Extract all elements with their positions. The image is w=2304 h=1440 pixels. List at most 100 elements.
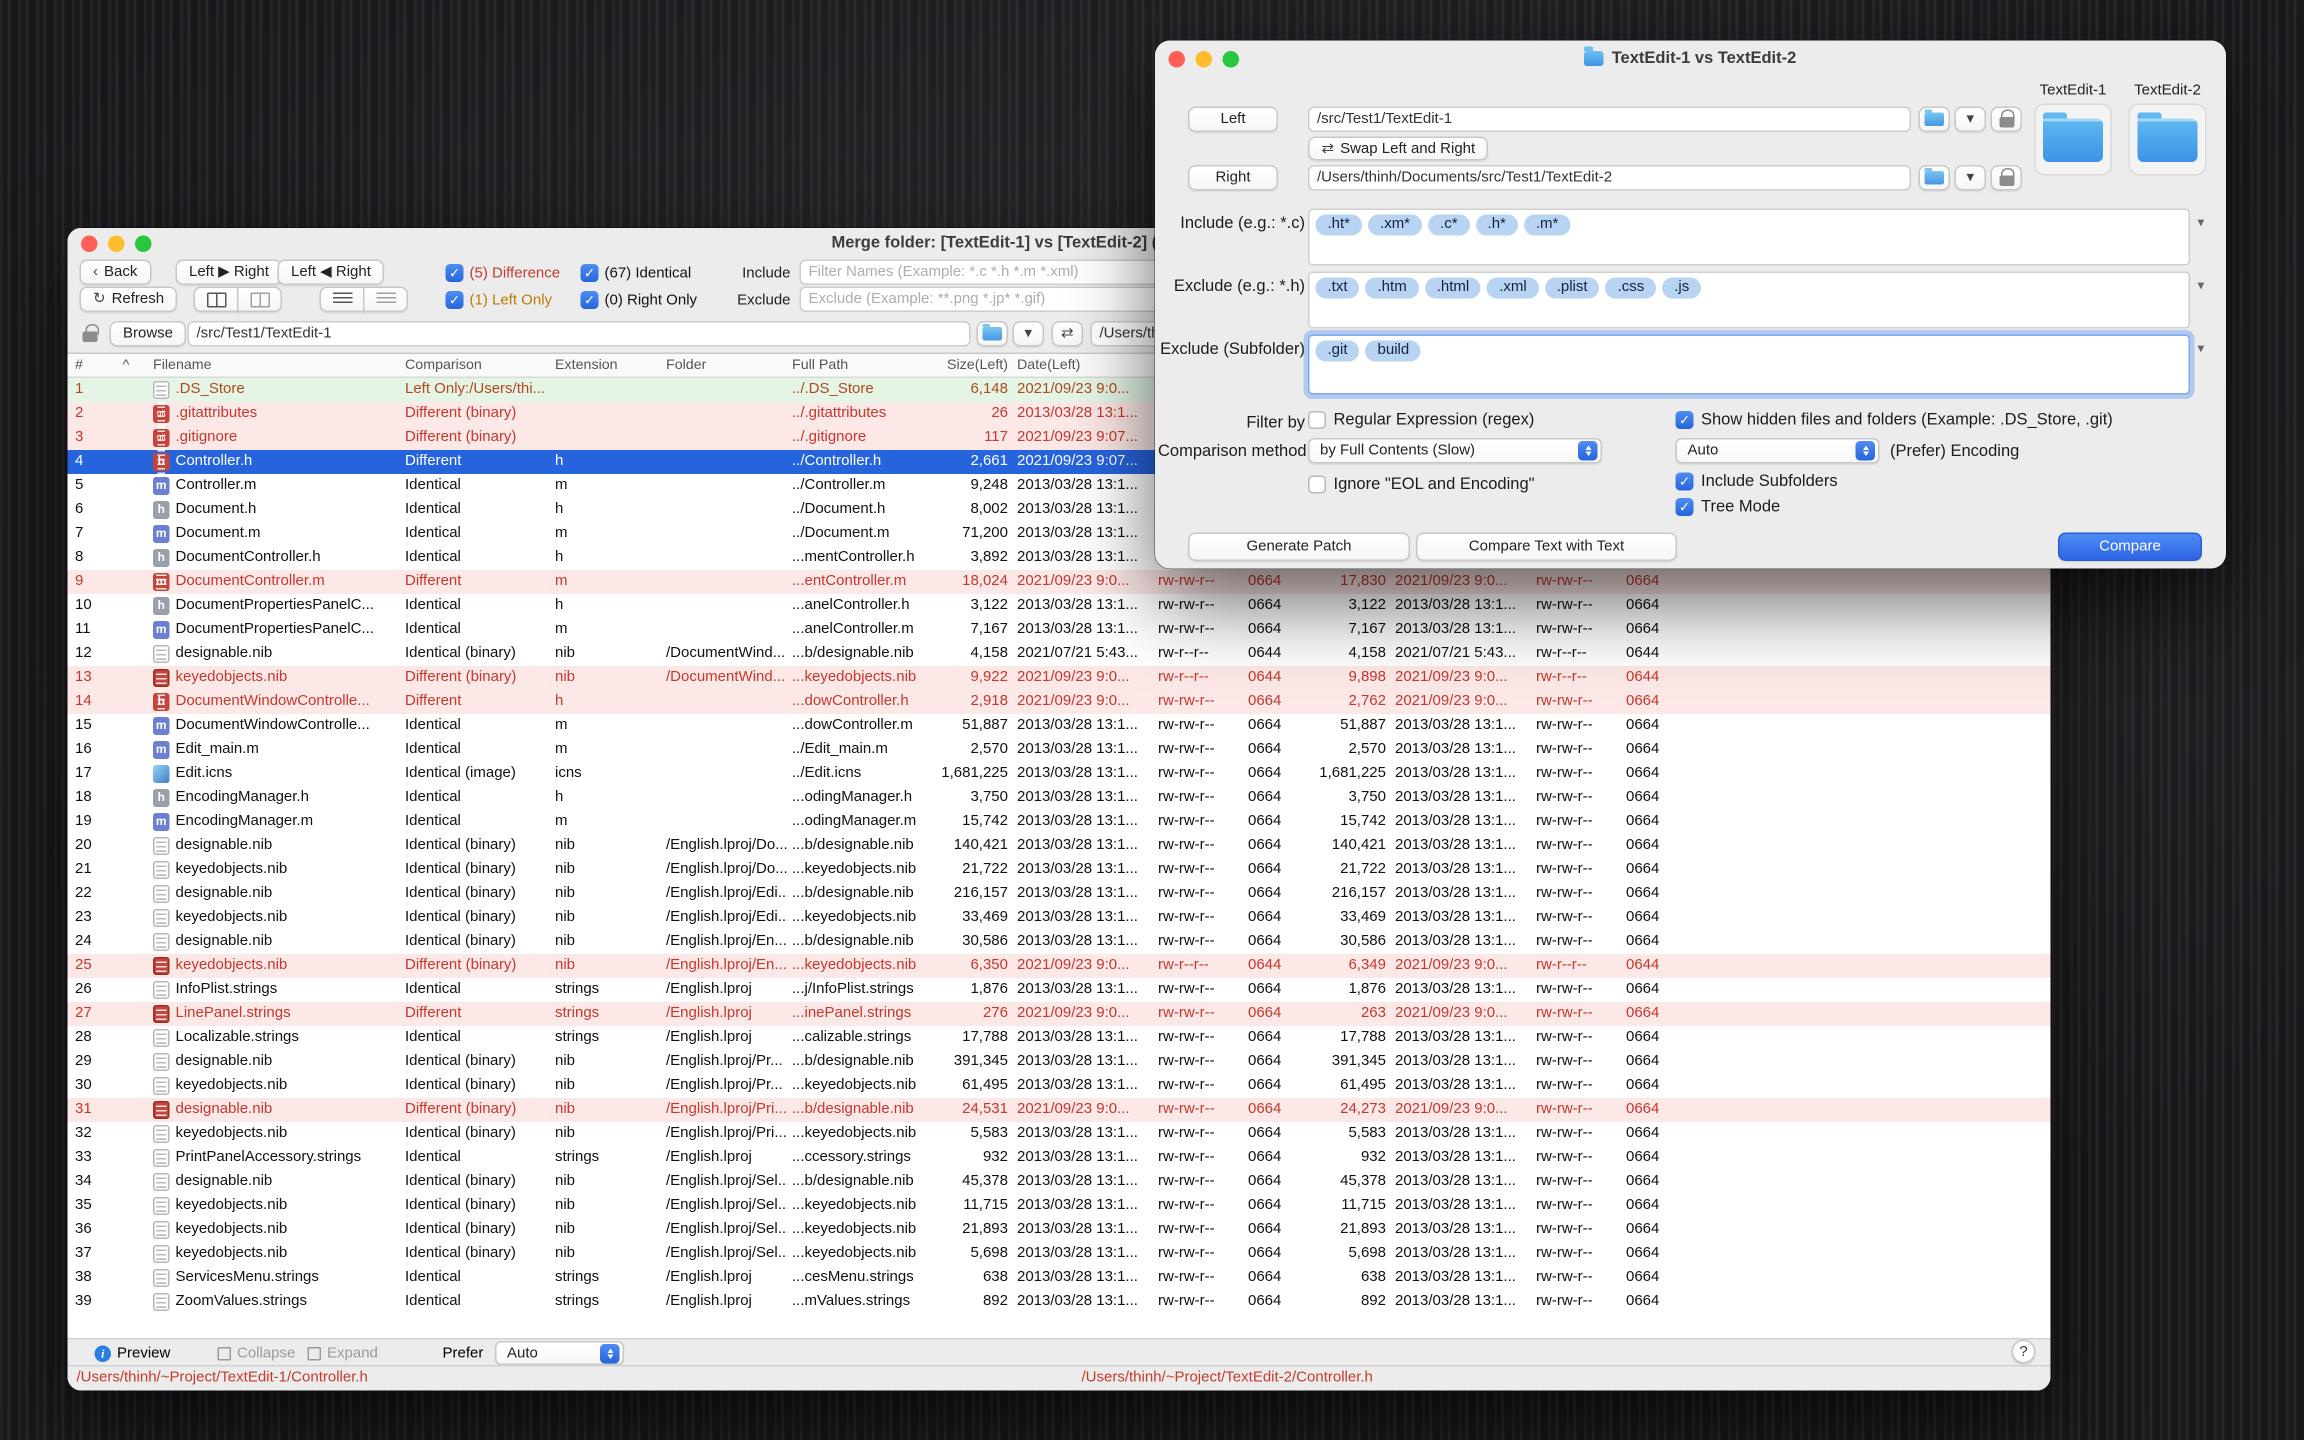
swap-left-right-button[interactable]: ⇄ Swap Left and Right <box>1308 137 1489 161</box>
table-row[interactable]: 30 keyedobjects.nib Identical (binary) n… <box>68 1074 2051 1098</box>
preview-button[interactable]: i Preview <box>95 1341 171 1365</box>
table-row[interactable]: 9 DocumentController.m Different m ...en… <box>68 570 2051 594</box>
regex-checkbox[interactable]: Regular Expression (regex) <box>1308 411 1534 429</box>
header-date-left[interactable]: Date(Left) <box>1013 354 1154 377</box>
table-row[interactable]: 24 designable.nib Identical (binary) nib… <box>68 930 2051 954</box>
minimize-button[interactable] <box>108 236 125 253</box>
tree-mode-checkbox[interactable]: ✓ Tree Mode <box>1676 498 1781 516</box>
header-number[interactable]: # <box>68 354 104 377</box>
exclude-filter-input[interactable] <box>800 287 1184 313</box>
table-row[interactable]: 38 ServicesMenu.strings Identical string… <box>68 1266 2051 1290</box>
left-path-field[interactable] <box>188 321 971 347</box>
table-row[interactable]: 37 keyedobjects.nib Identical (binary) n… <box>68 1242 2051 1266</box>
encoding-popup[interactable]: Auto <box>1676 438 1880 464</box>
header-sort-caret[interactable]: ^ <box>104 354 149 377</box>
filter-left-only-checkbox[interactable]: ✓ (1) Left Only <box>446 291 553 309</box>
table-row[interactable]: 23 keyedobjects.nib Identical (binary) n… <box>68 906 2051 930</box>
filter-token[interactable]: .xm* <box>1368 215 1422 236</box>
dialog-left-lock-button[interactable] <box>1991 107 2023 133</box>
left-folder-browse-button[interactable] <box>977 321 1009 347</box>
chevron-down-icon[interactable]: ▾ <box>2198 278 2205 295</box>
dialog-zoom-button[interactable] <box>1223 51 1240 68</box>
help-button[interactable]: ? <box>2012 1340 2036 1364</box>
header-extension[interactable]: Extension <box>551 354 662 377</box>
include-filter-input[interactable] <box>800 260 1184 286</box>
table-row[interactable]: 34 designable.nib Identical (binary) nib… <box>68 1170 2051 1194</box>
flat-list-button[interactable] <box>320 287 365 313</box>
lock-icon[interactable] <box>83 332 98 343</box>
table-row[interactable]: 14 DocumentWindowControlle... Different … <box>68 690 2051 714</box>
table-row[interactable]: 19 EncodingManager.m Identical m ...odin… <box>68 810 2051 834</box>
table-row[interactable]: 18 EncodingManager.h Identical h ...odin… <box>68 786 2051 810</box>
filter-right-only-checkbox[interactable]: ✓ (0) Right Only <box>581 291 698 309</box>
table-row[interactable]: 15 DocumentWindowControlle... Identical … <box>68 714 2051 738</box>
filter-token[interactable]: .txt <box>1316 278 1360 299</box>
filter-token[interactable]: .m* <box>1524 215 1571 236</box>
table-row[interactable]: 26 InfoPlist.strings Identical strings /… <box>68 978 2051 1002</box>
filter-token[interactable]: build <box>1366 341 1422 362</box>
dialog-right-path-field[interactable] <box>1308 165 1911 191</box>
back-button[interactable]: ‹ Back <box>80 260 151 286</box>
copy-right-to-left-button[interactable]: Left ◀ Right <box>278 260 385 286</box>
prefer-encoding-popup[interactable]: Auto <box>495 1341 624 1365</box>
dialog-right-folder-browse-button[interactable] <box>1919 165 1951 191</box>
generate-patch-button[interactable]: Generate Patch <box>1188 533 1410 562</box>
exclude-subfolder-box[interactable]: .git build <box>1308 335 2190 395</box>
right-side-button[interactable]: Right <box>1188 165 1278 191</box>
expand-button[interactable]: Expand <box>308 1341 378 1365</box>
compare-text-with-text-button[interactable]: Compare Text with Text <box>1416 533 1677 562</box>
filter-token[interactable]: .git <box>1316 341 1360 362</box>
dialog-left-path-field[interactable] <box>1308 107 1911 133</box>
table-row[interactable]: 35 keyedobjects.nib Identical (binary) n… <box>68 1194 2051 1218</box>
table-row[interactable]: 32 keyedobjects.nib Identical (binary) n… <box>68 1122 2051 1146</box>
table-row[interactable]: 11 DocumentPropertiesPanelC... Identical… <box>68 618 2051 642</box>
header-fullpath[interactable]: Full Path <box>788 354 917 377</box>
dialog-minimize-button[interactable] <box>1196 51 1213 68</box>
comparison-method-popup[interactable]: by Full Contents (Slow) <box>1308 438 1602 464</box>
table-row[interactable]: 39 ZoomValues.strings Identical strings … <box>68 1290 2051 1314</box>
left-folder-well[interactable] <box>2034 104 2112 176</box>
header-filename[interactable]: Filename <box>149 354 401 377</box>
filter-token[interactable]: .plist <box>1545 278 1600 299</box>
dialog-left-folder-browse-button[interactable] <box>1919 107 1951 133</box>
filter-identical-checkbox[interactable]: ✓ (67) Identical <box>581 264 692 282</box>
dialog-right-lock-button[interactable] <box>1991 165 2023 191</box>
table-row[interactable]: 22 designable.nib Identical (binary) nib… <box>68 882 2051 906</box>
table-row[interactable]: 17 Edit.icns Identical (image) icns ../E… <box>68 762 2051 786</box>
swap-paths-button[interactable]: ⇄ <box>1052 321 1084 347</box>
table-row[interactable]: 10 DocumentPropertiesPanelC... Identical… <box>68 594 2051 618</box>
collapse-button[interactable]: Collapse <box>218 1341 296 1365</box>
close-button[interactable] <box>81 236 98 253</box>
copy-left-to-right-button[interactable]: Left ▶ Right <box>176 260 283 286</box>
filter-token[interactable]: .xml <box>1487 278 1539 299</box>
filter-token[interactable]: .h* <box>1476 215 1518 236</box>
filter-token[interactable]: .htm <box>1366 278 1419 299</box>
header-size-left[interactable]: Size(Left) <box>917 354 1013 377</box>
table-row[interactable]: 20 designable.nib Identical (binary) nib… <box>68 834 2051 858</box>
filter-token[interactable]: .js <box>1662 278 1701 299</box>
table-row[interactable]: 12 designable.nib Identical (binary) nib… <box>68 642 2051 666</box>
table-row[interactable]: 16 Edit_main.m Identical m ../Edit_main.… <box>68 738 2051 762</box>
chevron-down-icon[interactable]: ▾ <box>2198 215 2205 232</box>
table-row[interactable]: 36 keyedobjects.nib Identical (binary) n… <box>68 1218 2051 1242</box>
include-subfolders-checkbox[interactable]: ✓ Include Subfolders <box>1676 473 1838 491</box>
table-row[interactable]: 13 keyedobjects.nib Different (binary) n… <box>68 666 2051 690</box>
browse-button[interactable]: Browse <box>110 321 187 347</box>
right-folder-well[interactable] <box>2129 104 2207 176</box>
table-row[interactable]: 21 keyedobjects.nib Identical (binary) n… <box>68 858 2051 882</box>
filter-token[interactable]: .html <box>1425 278 1482 299</box>
zoom-button[interactable] <box>135 236 152 253</box>
table-row[interactable]: 28 Localizable.strings Identical strings… <box>68 1026 2051 1050</box>
split-view-button[interactable] <box>194 287 239 313</box>
dialog-close-button[interactable] <box>1169 51 1186 68</box>
exclude-patterns-box[interactable]: .txt .htm .html.xml .plist .css.js <box>1308 272 2190 329</box>
left-side-button[interactable]: Left <box>1188 107 1278 133</box>
table-row[interactable]: 31 designable.nib Different (binary) nib… <box>68 1098 2051 1122</box>
table-row[interactable]: 29 designable.nib Identical (binary) nib… <box>68 1050 2051 1074</box>
include-patterns-box[interactable]: .ht*.xm*.c*.h*.m* <box>1308 209 2190 266</box>
table-row[interactable]: 27 LinePanel.strings Different strings /… <box>68 1002 2051 1026</box>
chevron-down-icon[interactable]: ▾ <box>2198 341 2205 358</box>
table-row[interactable]: 25 keyedobjects.nib Different (binary) n… <box>68 954 2051 978</box>
filter-token[interactable]: .css <box>1606 278 1657 299</box>
filter-token[interactable]: .ht* <box>1316 215 1363 236</box>
